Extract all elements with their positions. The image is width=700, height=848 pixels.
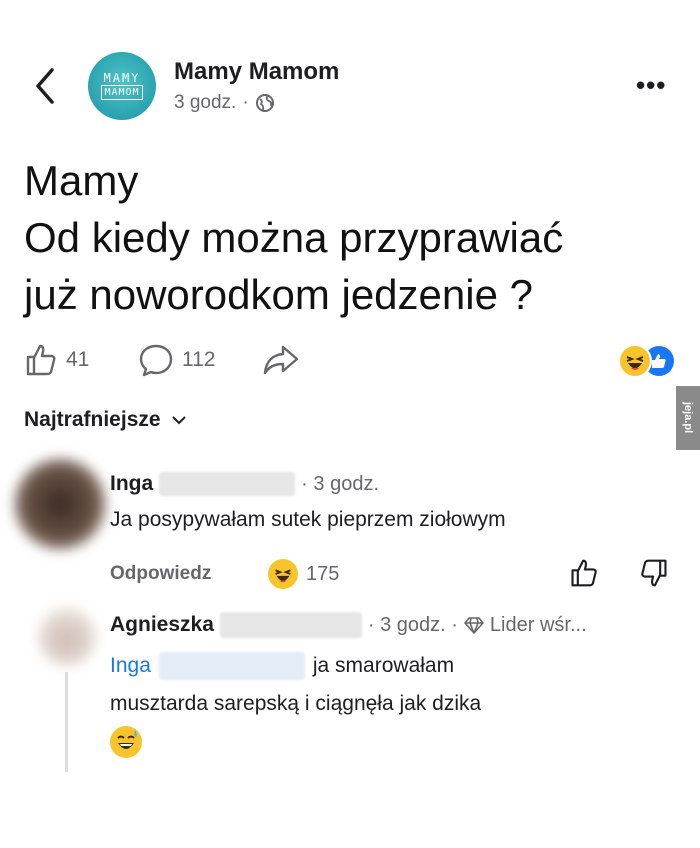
comment-reactions[interactable]: 175	[268, 559, 339, 589]
chevron-down-icon	[171, 416, 186, 425]
redacted-mention-surname	[158, 652, 305, 680]
comment-count: 112	[182, 348, 216, 371]
commenter-avatar[interactable]	[14, 458, 106, 550]
avatar-text-top: MAMY	[103, 71, 141, 85]
reaction-summary[interactable]	[618, 344, 678, 378]
page-avatar[interactable]: MAMY MAMOM	[88, 52, 156, 120]
comment-reaction-count: 175	[306, 562, 340, 585]
share-button[interactable]	[262, 342, 300, 378]
like-count: 41	[66, 348, 90, 371]
sort-label: Najtrafniejsze	[24, 408, 161, 431]
grinning-sweat-emoji-icon	[110, 726, 142, 758]
comment-text: Ja posypywałam sutek pieprzem ziołowym	[110, 508, 506, 531]
comment-bubble-icon	[139, 344, 173, 377]
thread-line	[65, 672, 68, 772]
redacted-surname	[219, 612, 362, 638]
diamond-badge-icon	[464, 617, 484, 634]
reply-button[interactable]: Odpowiedz	[110, 563, 211, 585]
avatar-text-bottom: MAMOM	[101, 85, 143, 100]
thumbs-up-icon	[26, 344, 56, 376]
page-name[interactable]: Mamy Mamom	[174, 58, 339, 86]
like-button[interactable]: 41	[24, 342, 89, 378]
laughing-emoji-icon	[268, 559, 298, 589]
comment-header: Inga · 3 godz.	[110, 472, 379, 496]
watermark: jeja.pl	[676, 386, 700, 450]
comment-button[interactable]: 112	[138, 342, 215, 378]
reply-header: Agnieszka · 3 godz. · Lider wśr...	[110, 612, 587, 638]
mention-link[interactable]: Inga	[110, 646, 151, 686]
post-line: Od kiedy można przyprawiać	[24, 214, 564, 261]
reply-author-avatar[interactable]	[38, 608, 96, 666]
reply-text-line: Inga ja smarowałam	[110, 646, 454, 686]
post-line: już noworodkom jedzenie ?	[24, 271, 533, 318]
meta-separator: ·	[242, 92, 249, 113]
globe-icon	[255, 94, 274, 112]
post-meta: 3 godz. ·	[174, 92, 275, 114]
more-options-button[interactable]: •••	[636, 70, 666, 101]
comment-time: · 3 godz.	[301, 472, 379, 495]
comment-sort-dropdown[interactable]: Najtrafniejsze	[24, 408, 187, 432]
reply-text: musztarda sarepską i ciągnęła jak dzika	[110, 692, 482, 715]
redacted-surname	[159, 472, 296, 496]
laughing-emoji-icon	[618, 344, 652, 378]
top-contributor-badge: Lider wśr...	[489, 613, 587, 636]
reply-author[interactable]: Agnieszka	[110, 613, 214, 637]
comment-author[interactable]: Inga	[110, 472, 153, 496]
reply-time: · 3 godz. ·	[367, 613, 458, 636]
back-chevron-icon[interactable]	[30, 66, 60, 106]
reply-text: ja smarowałam	[312, 654, 455, 677]
downvote-icon[interactable]	[638, 558, 670, 588]
upvote-icon[interactable]	[568, 558, 600, 588]
post-text: Mamy Od kiedy można przyprawiać już nowo…	[24, 152, 664, 323]
post-line: Mamy	[24, 157, 139, 204]
share-arrow-icon	[263, 345, 299, 375]
post-time: 3 godz.	[174, 92, 237, 113]
